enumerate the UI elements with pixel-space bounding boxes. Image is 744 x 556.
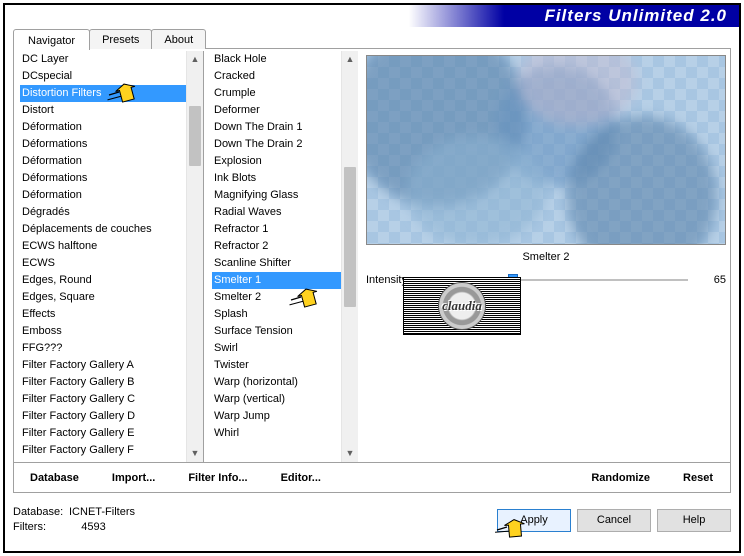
category-row[interactable]: Distortion Filters xyxy=(20,85,186,102)
database-button[interactable]: Database xyxy=(14,472,96,484)
title-banner: Filters Unlimited 2.0 xyxy=(5,5,739,27)
filter-row[interactable]: Explosion xyxy=(212,153,341,170)
filter-row[interactable]: Splash xyxy=(212,306,341,323)
filter-count-value: 4593 xyxy=(81,521,105,533)
filter-row[interactable]: Deformer xyxy=(212,102,341,119)
category-row[interactable]: Filter Factory Gallery F xyxy=(20,442,186,459)
filter-row[interactable]: Scanline Shifter xyxy=(212,255,341,272)
filter-row[interactable]: Smelter 2 xyxy=(212,289,341,306)
filter-row[interactable]: Smelter 1 xyxy=(212,272,341,289)
filter-row[interactable]: Swirl xyxy=(212,340,341,357)
apply-button[interactable]: Apply xyxy=(497,509,571,532)
filter-list[interactable]: Black HoleCrackedCrumpleDeformerDown The… xyxy=(206,51,358,462)
database-label: Database: xyxy=(13,505,69,520)
navigator-panel: DC LayerDCspecialDistortion FiltersDisto… xyxy=(13,48,731,493)
footer-info: Database:ICNET-Filters Filters: 4593 xyxy=(13,505,491,535)
scroll-thumb[interactable] xyxy=(189,106,201,166)
filter-row[interactable]: Black Hole xyxy=(212,51,341,68)
filter-row[interactable]: Radial Waves xyxy=(212,204,341,221)
category-row[interactable]: Filter Factory Gallery D xyxy=(20,408,186,425)
category-row[interactable]: Emboss xyxy=(20,323,186,340)
filter-row[interactable]: Refractor 2 xyxy=(212,238,341,255)
window-frame: Filters Unlimited 2.0 NavigatorPresetsAb… xyxy=(3,3,741,553)
category-row[interactable]: ECWS halftone xyxy=(20,238,186,255)
tab-presets[interactable]: Presets xyxy=(89,29,152,49)
preview-image xyxy=(366,55,726,245)
param-value: 65 xyxy=(696,274,726,286)
filter-row[interactable]: Crumple xyxy=(212,85,341,102)
scroll-down-icon[interactable]: ▼ xyxy=(187,445,203,462)
category-row[interactable]: Edges, Square xyxy=(20,289,186,306)
filter-row[interactable]: Warp Jump xyxy=(212,408,341,425)
category-row[interactable]: Déformation xyxy=(20,119,186,136)
watermark-text: claudia xyxy=(442,298,482,314)
scroll-thumb[interactable] xyxy=(344,167,356,307)
category-row[interactable]: Effects xyxy=(20,306,186,323)
category-row[interactable]: Filter Factory Gallery B xyxy=(20,374,186,391)
filter-row[interactable]: Surface Tension xyxy=(212,323,341,340)
editor-button[interactable]: Editor... xyxy=(265,472,338,484)
category-row[interactable]: Déplacements de couches xyxy=(20,221,186,238)
footer: Database:ICNET-Filters Filters: 4593 App… xyxy=(13,497,731,543)
category-row[interactable]: DC Layer xyxy=(20,51,186,68)
filter-row[interactable]: Twister xyxy=(212,357,341,374)
category-row[interactable]: DCspecial xyxy=(20,68,186,85)
tab-row: NavigatorPresetsAbout xyxy=(13,27,731,49)
category-row[interactable]: Edges, Round xyxy=(20,272,186,289)
filter-scrollbar[interactable]: ▲ ▼ xyxy=(341,51,358,462)
category-row[interactable]: ECWS xyxy=(20,255,186,272)
category-row[interactable]: Filter Factory Gallery G xyxy=(20,459,186,462)
list-container: DC LayerDCspecialDistortion FiltersDisto… xyxy=(14,49,730,462)
watermark-stamp: claudia xyxy=(403,277,521,335)
tab-navigator[interactable]: Navigator xyxy=(13,29,90,50)
filter-row[interactable]: Ink Blots xyxy=(212,170,341,187)
tab-about[interactable]: About xyxy=(151,29,206,49)
filter-info-button[interactable]: Filter Info... xyxy=(172,472,264,484)
category-row[interactable]: FFG??? xyxy=(20,340,186,357)
database-value: ICNET-Filters xyxy=(69,506,135,518)
category-row[interactable]: Filter Factory Gallery A xyxy=(20,357,186,374)
filter-row[interactable]: Down The Drain 1 xyxy=(212,119,341,136)
scroll-up-icon[interactable]: ▲ xyxy=(342,51,358,68)
filter-row[interactable]: Magnifying Glass xyxy=(212,187,341,204)
category-row[interactable]: Déformation xyxy=(20,153,186,170)
filter-row[interactable]: Warp (horizontal) xyxy=(212,374,341,391)
category-row[interactable]: Distort xyxy=(20,102,186,119)
filter-row[interactable]: Down The Drain 2 xyxy=(212,136,341,153)
category-row[interactable]: Déformations xyxy=(20,136,186,153)
scroll-up-icon[interactable]: ▲ xyxy=(187,51,203,68)
category-row[interactable]: Déformation xyxy=(20,187,186,204)
filter-count-label: Filters: xyxy=(13,520,69,535)
filter-row[interactable]: Warp (vertical) xyxy=(212,391,341,408)
filter-row[interactable]: Cracked xyxy=(212,68,341,85)
category-pane: DC LayerDCspecialDistortion FiltersDisto… xyxy=(14,51,204,462)
category-row[interactable]: Dégradés xyxy=(20,204,186,221)
filter-row[interactable]: Whirl xyxy=(212,425,341,442)
cancel-button[interactable]: Cancel xyxy=(577,509,651,532)
category-list[interactable]: DC LayerDCspecialDistortion FiltersDisto… xyxy=(14,51,203,462)
preview-pane: Smelter 2 Intensity65 xyxy=(362,51,730,462)
category-scrollbar[interactable]: ▲ ▼ xyxy=(186,51,203,462)
scroll-down-icon[interactable]: ▼ xyxy=(342,445,358,462)
category-row[interactable]: Déformations xyxy=(20,170,186,187)
panel-button-row: DatabaseImport...Filter Info...Editor...… xyxy=(14,462,730,492)
reset-button[interactable]: Reset xyxy=(667,472,730,484)
category-row[interactable]: Filter Factory Gallery C xyxy=(20,391,186,408)
filter-pane: Black HoleCrackedCrumpleDeformerDown The… xyxy=(206,51,358,462)
category-row[interactable]: Filter Factory Gallery E xyxy=(20,425,186,442)
current-filter-title: Smelter 2 xyxy=(366,249,726,265)
import-button[interactable]: Import... xyxy=(96,472,172,484)
help-button[interactable]: Help xyxy=(657,509,731,532)
randomize-button[interactable]: Randomize xyxy=(575,472,667,484)
filter-row[interactable]: Refractor 1 xyxy=(212,221,341,238)
